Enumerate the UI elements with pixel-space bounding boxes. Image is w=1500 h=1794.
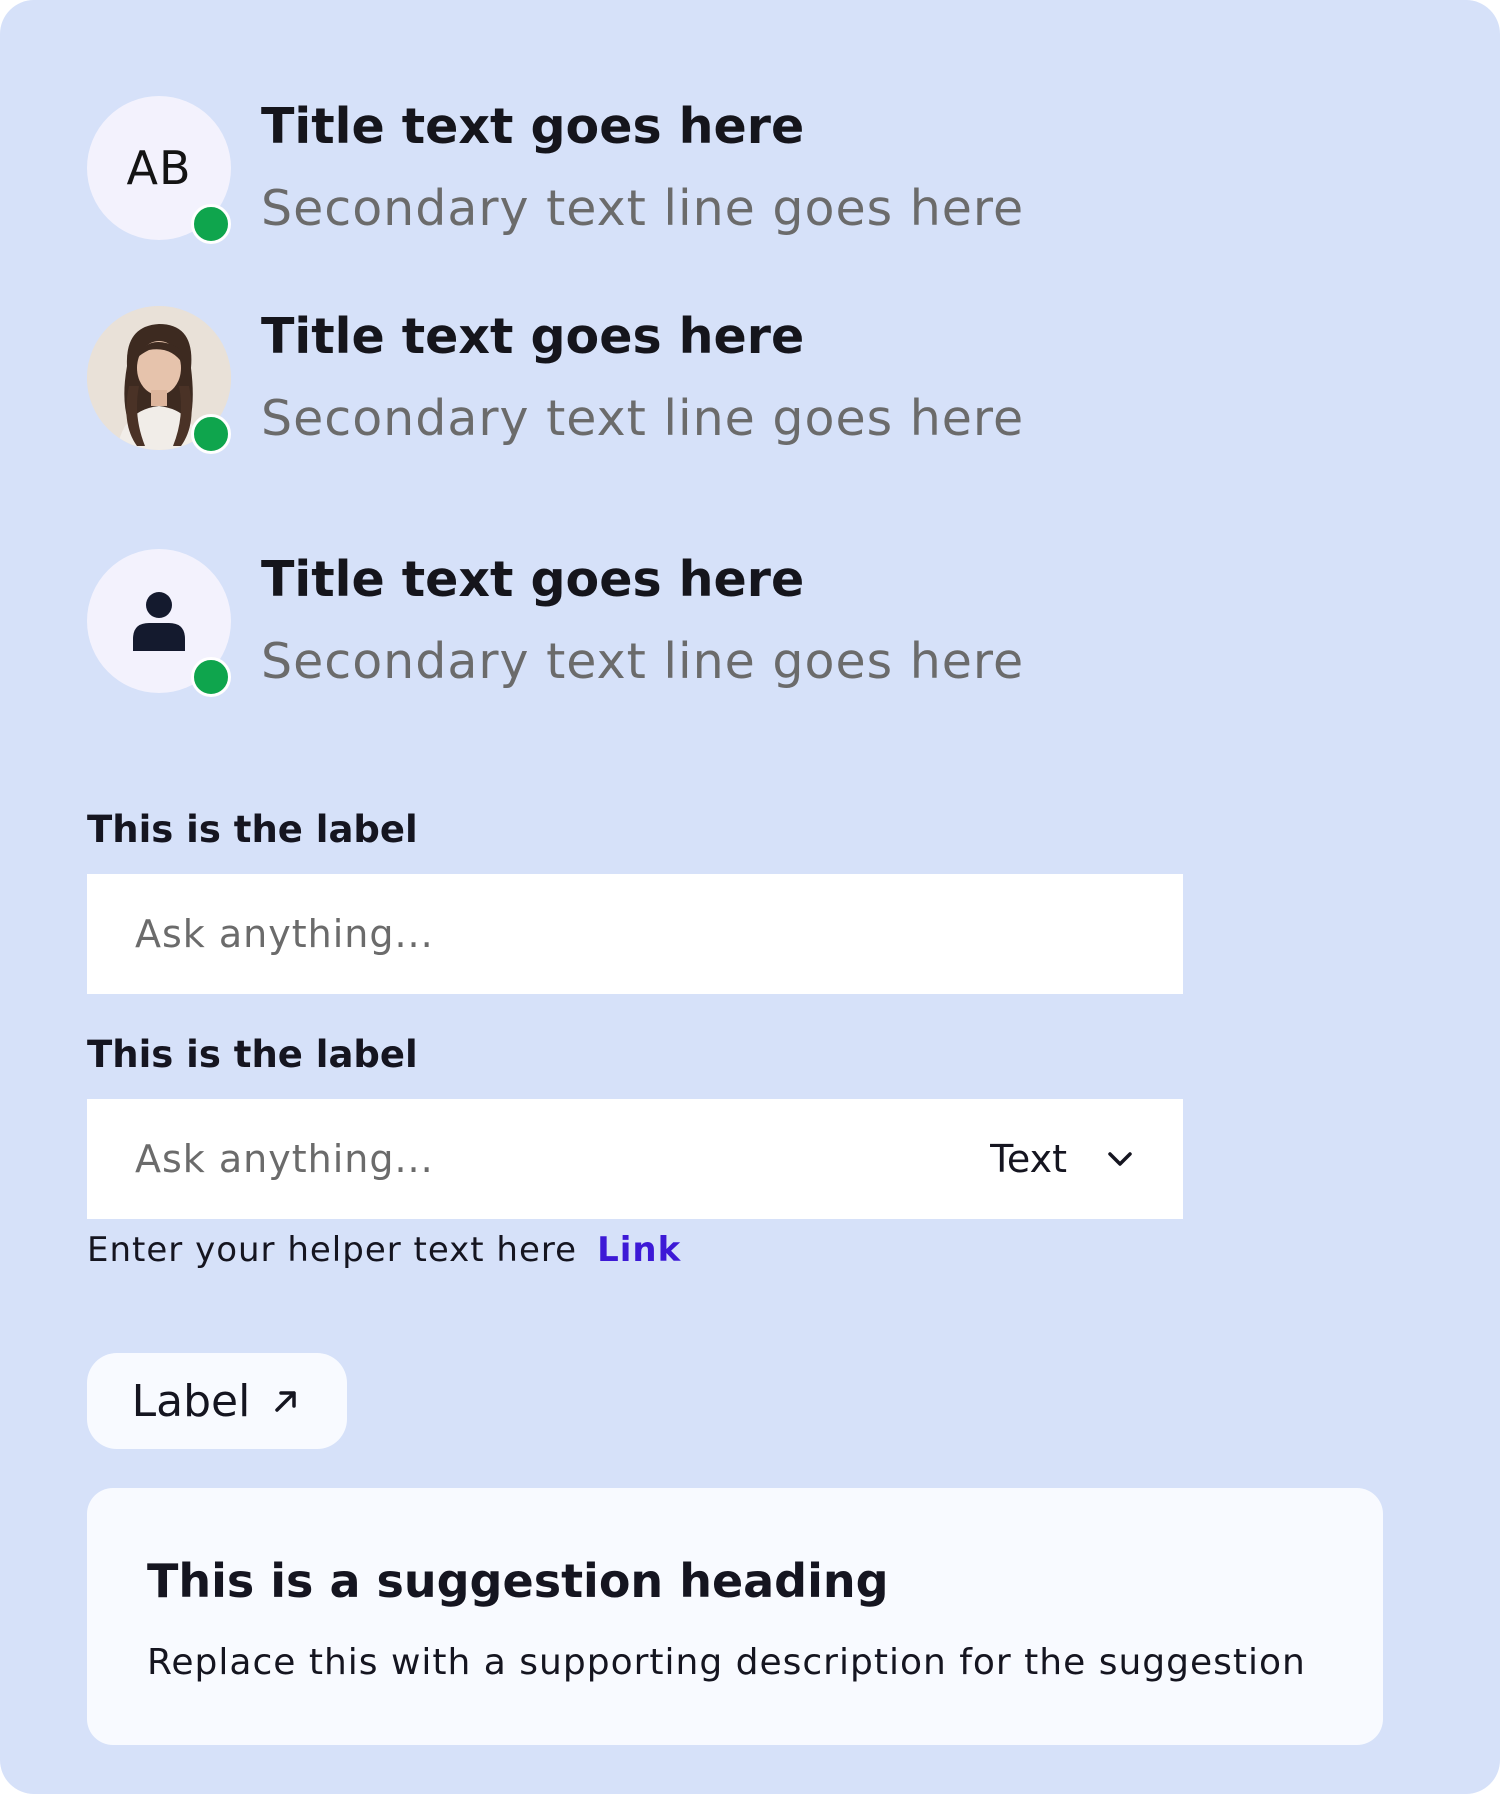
contact-item[interactable]: Title text goes here Secondary text line… <box>87 306 1025 454</box>
online-status-dot <box>191 414 231 454</box>
field-label: This is the label <box>87 808 418 851</box>
input-placeholder: Ask anything... <box>135 1137 434 1181</box>
chevron-down-icon[interactable] <box>1105 1144 1135 1174</box>
contact-item[interactable]: AB Title text goes here Secondary text l… <box>87 96 1025 244</box>
avatar-initials: AB <box>126 141 192 195</box>
contact-item[interactable]: Title text goes here Secondary text line… <box>87 549 1025 697</box>
suggestion-heading: This is a suggestion heading <box>147 1554 889 1608</box>
helper-text: Enter your helper text here <box>87 1230 578 1270</box>
chip-label: Label <box>131 1375 251 1427</box>
field-label: This is the label <box>87 1033 418 1076</box>
contact-title: Title text goes here <box>261 551 805 608</box>
user-icon <box>133 592 185 651</box>
helper-link[interactable]: Link <box>597 1230 681 1270</box>
online-status-dot <box>191 204 231 244</box>
helper-text-row: Enter your helper text here Link <box>87 1230 681 1270</box>
suggestion-description: Replace this with a supporting descripti… <box>147 1642 1306 1683</box>
select-value[interactable]: Text <box>990 1137 1067 1181</box>
online-status-dot <box>191 657 231 697</box>
suggestion-card[interactable]: This is a suggestion heading Replace thi… <box>87 1488 1383 1745</box>
contact-secondary-text: Secondary text line goes here <box>261 390 1025 447</box>
text-input[interactable]: Ask anything... <box>87 874 1183 994</box>
contact-title: Title text goes here <box>261 98 805 155</box>
avatar <box>87 549 231 697</box>
label-chip-button[interactable]: Label <box>87 1353 347 1449</box>
component-panel: AB Title text goes here Secondary text l… <box>0 0 1500 1794</box>
contact-secondary-text: Secondary text line goes here <box>261 180 1025 237</box>
arrow-up-right-icon <box>275 1391 297 1412</box>
contact-secondary-text: Secondary text line goes here <box>261 633 1025 690</box>
avatar: AB <box>87 96 231 244</box>
avatar <box>87 306 231 454</box>
input-placeholder: Ask anything... <box>135 912 434 956</box>
contact-title: Title text goes here <box>261 308 805 365</box>
text-input-with-select[interactable]: Ask anything... Text <box>87 1099 1183 1219</box>
